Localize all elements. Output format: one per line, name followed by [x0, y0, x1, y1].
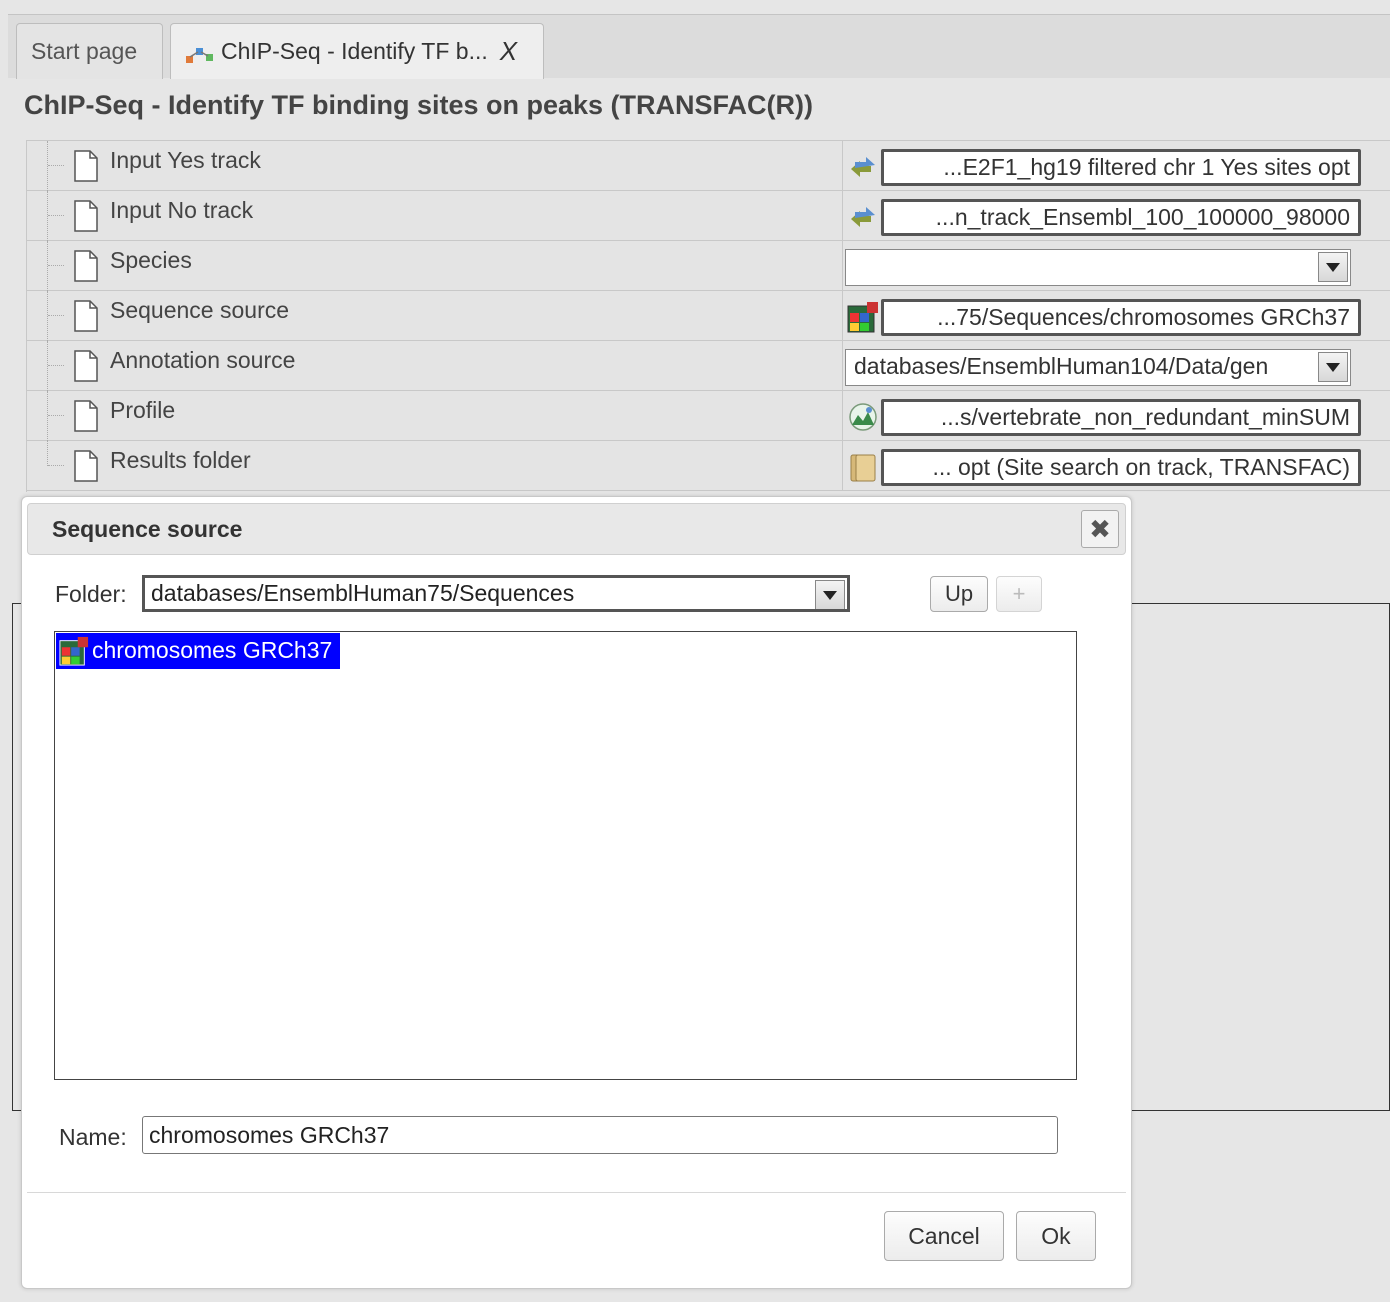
param-row-profile: Profile ...s/vertebrate_non_redundant_mi…	[27, 391, 1390, 441]
document-icon	[74, 200, 98, 232]
chevron-down-icon[interactable]	[1318, 252, 1348, 282]
folder-icon	[850, 454, 876, 482]
document-icon	[74, 250, 98, 282]
list-item-label: chromosomes GRCh37	[92, 637, 333, 663]
add-folder-button[interactable]: +	[996, 576, 1042, 612]
up-button[interactable]: Up	[930, 576, 988, 612]
name-label: Name:	[59, 1124, 127, 1150]
tab-label: Start page	[31, 38, 138, 64]
ok-button[interactable]: Ok	[1016, 1211, 1096, 1261]
param-row-results-folder: Results folder ... opt (Site search on t…	[27, 441, 1390, 491]
file-list[interactable]: chromosomes GRCh37	[54, 631, 1077, 1080]
name-input[interactable]: chromosomes GRCh37	[142, 1116, 1058, 1154]
tab-bar: Start page ChIP-Seq - Identify TF b... X	[8, 14, 1390, 79]
document-icon	[74, 350, 98, 382]
chevron-down-icon[interactable]	[1318, 352, 1348, 382]
track-icon	[851, 157, 875, 177]
tab-start-page[interactable]: Start page	[16, 23, 163, 79]
param-label: Input No track	[110, 197, 254, 223]
param-label: Results folder	[110, 447, 251, 473]
param-label: Input Yes track	[110, 147, 261, 173]
document-icon	[74, 300, 98, 332]
chevron-down-icon[interactable]	[815, 580, 845, 609]
input-no-track-field[interactable]: ...n_track_Ensembl_100_100000_98000	[881, 199, 1361, 236]
param-row-input-no-track: Input No track ...n_track_Ensembl_100_10…	[27, 191, 1390, 241]
profile-field[interactable]: ...s/vertebrate_non_redundant_minSUM	[881, 399, 1361, 436]
species-select[interactable]	[845, 249, 1351, 286]
param-label: Sequence source	[110, 297, 290, 323]
dialog-header: Sequence source ✖	[27, 503, 1126, 555]
folder-select[interactable]: databases/EnsemblHuman75/Sequences	[142, 575, 850, 612]
document-icon	[74, 450, 98, 482]
close-tab-icon[interactable]: X	[500, 36, 517, 67]
profile-icon	[849, 403, 877, 431]
sequence-source-field[interactable]: ...75/Sequences/chromosomes GRCh37	[881, 299, 1361, 336]
folder-value: databases/EnsemblHuman75/Sequences	[151, 580, 575, 606]
tab-label: ChIP-Seq - Identify TF b...	[221, 38, 488, 64]
dialog-title: Sequence source	[52, 516, 243, 542]
parameters-table: Input Yes track ...E2F1_hg19 filtered ch…	[26, 140, 1390, 492]
page-title: ChIP-Seq - Identify TF binding sites on …	[24, 90, 814, 120]
annotation-source-value: databases/EnsemblHuman104/Data/gen	[854, 353, 1269, 379]
tab-chip-seq[interactable]: ChIP-Seq - Identify TF b... X	[170, 23, 544, 79]
document-icon	[74, 150, 98, 182]
param-row-annotation-source: Annotation source databases/EnsemblHuman…	[27, 341, 1390, 391]
close-icon[interactable]: ✖	[1081, 510, 1119, 548]
results-folder-field[interactable]: ... opt (Site search on track, TRANSFAC)	[881, 449, 1361, 486]
workflow-icon	[186, 47, 213, 63]
document-icon	[74, 400, 98, 432]
param-row-species: Species	[27, 241, 1390, 291]
sequence-source-dialog: Sequence source ✖ Folder: databases/Ense…	[21, 496, 1132, 1289]
param-row-sequence-source: Sequence source ...75/Sequences/chromoso…	[27, 291, 1390, 341]
sequence-icon	[59, 636, 89, 666]
param-label: Species	[110, 247, 192, 273]
track-icon	[851, 207, 875, 227]
param-label: Annotation source	[110, 347, 296, 373]
annotation-source-select[interactable]: databases/EnsemblHuman104/Data/gen	[845, 349, 1351, 386]
sequence-icon	[847, 302, 878, 333]
input-yes-track-field[interactable]: ...E2F1_hg19 filtered chr 1 Yes sites op…	[881, 149, 1361, 186]
folder-label: Folder:	[55, 581, 127, 607]
divider	[27, 1192, 1126, 1193]
list-item[interactable]: chromosomes GRCh37	[56, 633, 341, 669]
param-row-input-yes-track: Input Yes track ...E2F1_hg19 filtered ch…	[27, 141, 1390, 191]
cancel-button[interactable]: Cancel	[884, 1211, 1004, 1261]
param-label: Profile	[110, 397, 176, 423]
